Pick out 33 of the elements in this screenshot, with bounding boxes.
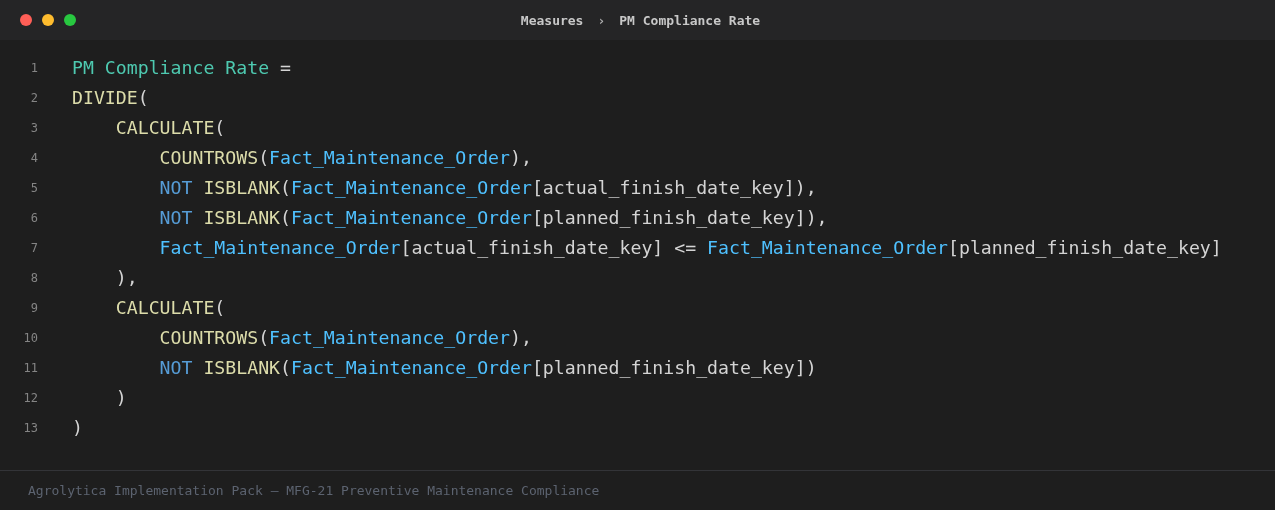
line-number: 7 <box>29 241 39 255</box>
minimize-button[interactable] <box>42 14 54 26</box>
code-line: DIVIDE( <box>72 86 149 110</box>
line-number: 5 <box>29 181 39 195</box>
line-number: 13 <box>22 421 39 435</box>
code-line: NOT ISBLANK(Fact_Maintenance_Order[planned_finish_date_key]), <box>158 206 828 230</box>
line-number: 3 <box>29 121 39 135</box>
code-line: ), <box>114 266 138 290</box>
code-line: Fact_Maintenance_Order[actual_finish_date_key] <= Fact_Maintenance_Order[planned_finish_date_key] <box>158 236 1222 260</box>
breadcrumb-separator: › <box>597 12 606 28</box>
code-line: COUNTROWS(Fact_Maintenance_Order), <box>158 326 532 350</box>
code-line: PM Compliance Rate = <box>72 56 291 80</box>
footer-text: Agrolytica Implementation Pack — MFG-21 Preventive Maintenance Compliance <box>28 483 600 498</box>
breadcrumb-item[interactable]: Measures <box>520 12 584 28</box>
code-line: COUNTROWS(Fact_Maintenance_Order), <box>158 146 532 170</box>
line-number: 10 <box>22 331 39 345</box>
maximize-button[interactable] <box>64 14 76 26</box>
close-button[interactable] <box>20 14 32 26</box>
line-number: 1 <box>29 61 39 75</box>
code-line: CALCULATE( <box>114 296 226 320</box>
code-line: NOT ISBLANK(Fact_Maintenance_Order[actual_finish_date_key]), <box>158 176 817 200</box>
line-number: 6 <box>29 211 39 225</box>
line-number: 12 <box>22 391 39 405</box>
line-number: 8 <box>29 271 39 285</box>
line-number: 2 <box>29 91 39 105</box>
breadcrumb-item[interactable]: PM Compliance Rate <box>619 12 761 28</box>
code-line: ) <box>114 386 127 410</box>
code-line: CALCULATE( <box>114 116 226 140</box>
line-number: 11 <box>22 361 39 375</box>
code-line: NOT ISBLANK(Fact_Maintenance_Order[planned_finish_date_key]) <box>158 356 817 380</box>
code-line: ) <box>72 416 83 440</box>
line-number: 9 <box>29 301 39 315</box>
line-number: 4 <box>29 151 39 165</box>
